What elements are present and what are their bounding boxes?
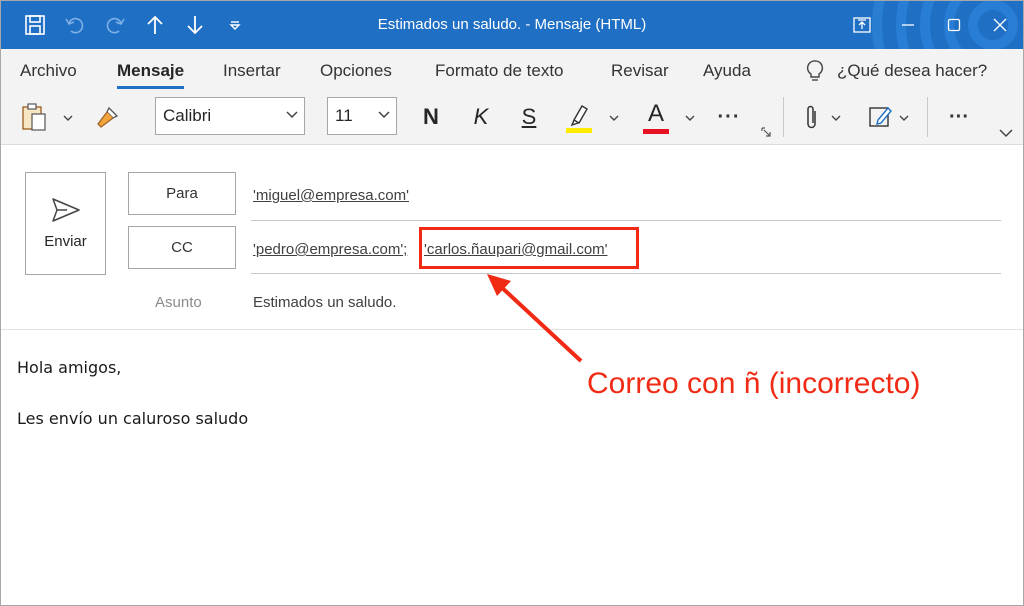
outlook-compose-window: Estimados un saludo. - Mensaje (HTML) Ar… [0,0,1024,606]
annotation-arrow [487,274,583,363]
annotation-label: Correo con ñ (incorrecto) [587,367,921,400]
